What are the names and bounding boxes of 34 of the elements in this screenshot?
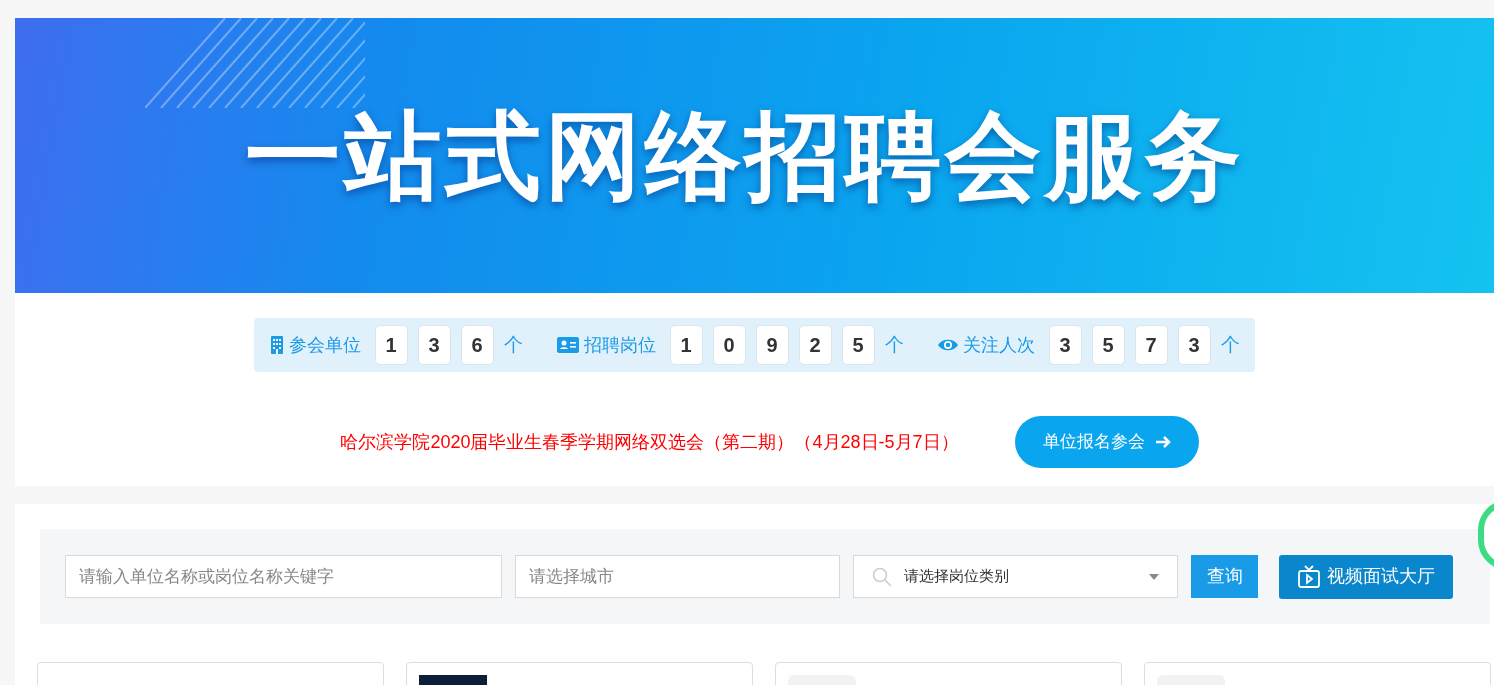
stat-digit: 3	[417, 325, 451, 365]
arrow-right-icon	[1154, 435, 1171, 449]
stat-digit: 1	[669, 325, 703, 365]
search-button[interactable]: 查询	[1191, 555, 1258, 598]
event-title: 哈尔滨学院2020届毕业生春季学期网络双选会（第二期）（4月28日-5月7日）	[340, 430, 959, 454]
stat-digit: 5	[1091, 325, 1125, 365]
video-hall-button[interactable]: 视频面试大厅	[1279, 554, 1453, 599]
id-card-icon	[556, 337, 579, 353]
stat-label: 参会单位	[288, 333, 361, 357]
eye-icon	[937, 338, 958, 352]
tv-icon	[1297, 564, 1321, 589]
stat-digit: 0	[712, 325, 746, 365]
register-button[interactable]: 单位报名参会	[1014, 416, 1199, 468]
stat-unit: 个	[1220, 332, 1240, 357]
stat-digit: 7	[1134, 325, 1168, 365]
stat-unit: 个	[884, 332, 904, 357]
stat-digit: 3	[1177, 325, 1211, 365]
stat-label: 招聘岗位	[583, 333, 656, 357]
stat-label: 关注人次	[962, 333, 1035, 357]
city-input[interactable]: 请选择城市	[515, 555, 840, 598]
building-icon	[269, 336, 284, 354]
stat-unit: 个	[503, 332, 523, 357]
caret-icon	[1149, 573, 1159, 580]
stat-digit: 5	[841, 325, 875, 365]
category-select[interactable]: 请选择岗位类别	[853, 555, 1178, 598]
stat-digit: 1	[374, 325, 408, 365]
search-icon	[872, 566, 892, 587]
stat-digit: 3	[1048, 325, 1082, 365]
keyword-input[interactable]: 请输入单位名称或岗位名称关键字	[65, 555, 502, 598]
stat-digit: 6	[460, 325, 494, 365]
stat-digit: 9	[755, 325, 789, 365]
stat-digit: 2	[798, 325, 832, 365]
category-placeholder: 请选择岗位类别	[904, 566, 1010, 587]
banner-title: 一站式网络招聘会服务	[244, 100, 1245, 211]
